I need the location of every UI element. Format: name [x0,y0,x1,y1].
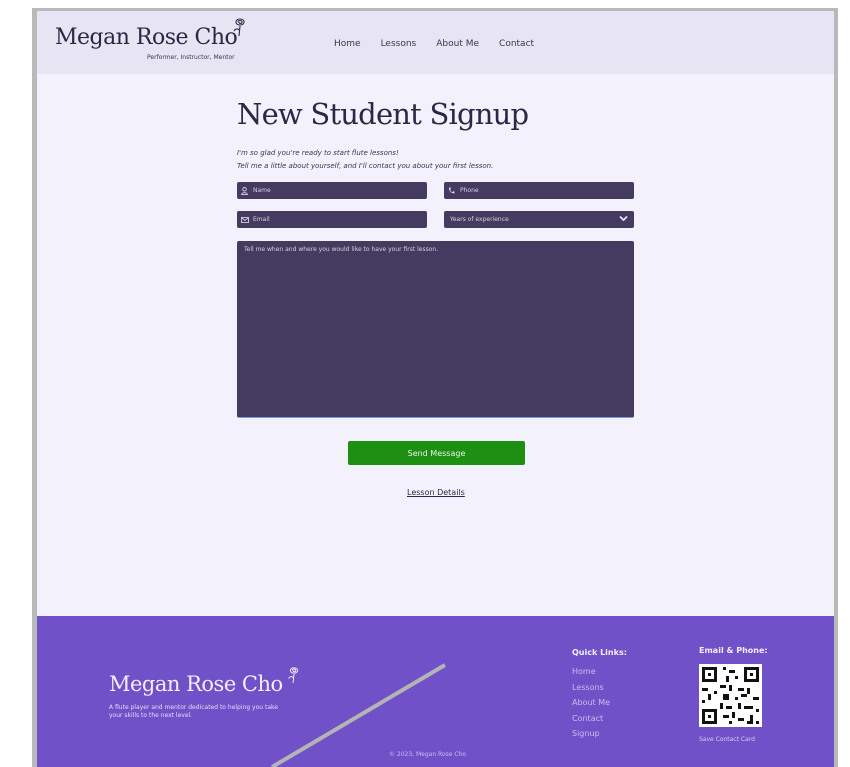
page-title: New Student Signup [237,97,529,131]
nav-contact[interactable]: Contact [499,39,534,49]
nav-home[interactable]: Home [334,39,361,49]
site-header: Megan Rose Cho Performer, Instructor, Me… [37,11,834,74]
rose-icon [288,667,299,684]
message-field[interactable] [237,241,634,418]
footer-link-contact[interactable]: Contact [572,713,610,725]
send-message-button[interactable]: Send Message [348,441,525,465]
footer-link-home[interactable]: Home [572,666,610,678]
footer-link-signup[interactable]: Signup [572,728,610,740]
nav-lessons[interactable]: Lessons [381,39,417,49]
email-field[interactable] [237,211,427,228]
phone-icon [448,187,460,194]
name-field[interactable] [237,182,427,199]
footer-link-lessons[interactable]: Lessons [572,682,610,694]
name-input[interactable] [253,187,403,194]
qr-code-icon[interactable] [699,664,762,727]
intro-line-1: I'm so glad you're ready to start flute … [237,149,399,157]
nav-about-me[interactable]: About Me [436,39,479,49]
copyright-text: © 2023, Megan Rose Cho [389,751,467,758]
intro-text: I'm so glad you're ready to start flute … [237,147,493,173]
message-textarea[interactable] [237,241,634,417]
email-phone-title: Email & Phone: [699,646,768,655]
page: Megan Rose Cho Performer, Instructor, Me… [37,11,834,767]
footer-link-about-me[interactable]: About Me [572,697,610,709]
quick-links: Home Lessons About Me Contact Signup [572,666,610,740]
save-contact-card-link[interactable]: Save Contact Card [699,736,755,743]
phone-field[interactable] [444,182,634,199]
envelope-icon [241,216,253,223]
experience-select-value: Years of experience [450,216,509,223]
main-nav: Home Lessons About Me Contact [334,39,534,49]
footer-brand[interactable]: Megan Rose Cho [109,672,283,696]
lesson-details-link[interactable]: Lesson Details [407,488,465,497]
site-brand[interactable]: Megan Rose Cho [55,25,238,50]
quick-links-title: Quick Links: [572,648,627,657]
chevron-down-icon [619,215,628,222]
phone-input[interactable] [460,187,610,194]
site-tagline: Performer, Instructor, Mentor [147,54,235,61]
intro-line-2: Tell me a little about yourself, and I'l… [237,162,494,170]
site-footer: Megan Rose Cho A flute player and mentor… [37,616,834,767]
user-icon [241,186,253,195]
rose-icon [233,18,245,37]
footer-description: A flute player and mentor dedicated to h… [109,704,278,719]
email-input[interactable] [253,216,403,223]
experience-select[interactable]: Years of experience [444,211,634,228]
